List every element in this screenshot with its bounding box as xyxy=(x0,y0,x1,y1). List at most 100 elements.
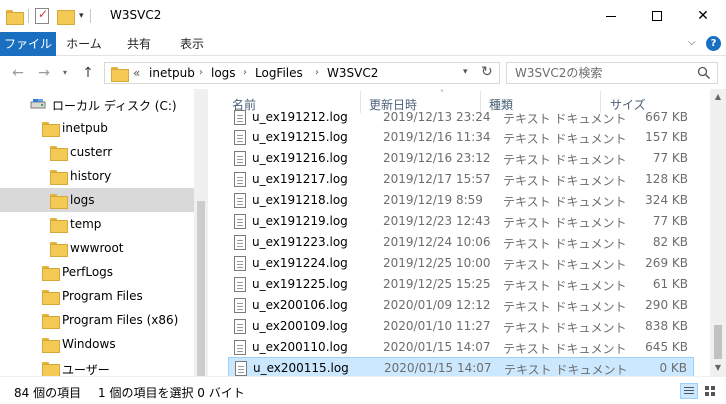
tree-item-program-files-x86[interactable]: Program Files (x86) xyxy=(0,308,196,332)
file-row[interactable]: u_ex191218.log 2019/12/19 8:59 テキスト ドキュメ… xyxy=(228,190,694,211)
file-size: 838 KB xyxy=(645,319,688,333)
text-file-icon xyxy=(234,151,246,166)
file-size: 290 KB xyxy=(645,298,688,312)
expand-ribbon-icon[interactable]: ⌵ xyxy=(688,37,696,48)
tree-item-program-files[interactable]: Program Files xyxy=(0,284,196,308)
file-row[interactable]: u_ex191217.log 2019/12/17 15:57 テキスト ドキュ… xyxy=(228,169,694,190)
folder-icon xyxy=(50,218,68,233)
file-row[interactable]: u_ex191224.log 2019/12/25 10:00 テキスト ドキュ… xyxy=(228,253,694,274)
breadcrumb-logfiles[interactable]: LogFiles xyxy=(255,66,303,80)
text-file-icon xyxy=(234,256,246,271)
up-arrow-icon[interactable]: ↑ xyxy=(78,64,98,82)
file-row[interactable]: u_ex191225.log 2019/12/25 15:25 テキスト ドキュ… xyxy=(228,274,694,295)
navigation-pane-scroll-thumb[interactable] xyxy=(197,201,205,376)
text-file-icon xyxy=(234,319,246,334)
file-row[interactable]: u_ex191215.log 2019/12/16 11:34 テキスト ドキュ… xyxy=(228,127,694,148)
file-row[interactable]: u_ex191219.log 2019/12/23 12:43 テキスト ドキュ… xyxy=(228,211,694,232)
breadcrumb-overflow[interactable]: « xyxy=(133,66,140,80)
file-date: 2020/01/15 14:07 xyxy=(383,340,491,354)
file-type: テキスト ドキュメント xyxy=(503,153,627,167)
breadcrumb-separator-icon[interactable]: › xyxy=(199,67,203,78)
tree-item-inetpub[interactable]: inetpub xyxy=(0,116,196,140)
breadcrumb-inetpub[interactable]: inetpub xyxy=(149,66,195,80)
breadcrumb-separator-icon[interactable]: › xyxy=(243,67,247,78)
file-row[interactable]: u_ex200109.log 2020/01/10 11:27 テキスト ドキュ… xyxy=(228,316,694,337)
tab-file[interactable]: ファイル xyxy=(0,32,56,56)
file-list-scrollbar[interactable]: ▲ ▼ xyxy=(710,89,726,376)
tree-item-label: inetpub xyxy=(62,121,108,135)
breadcrumb-separator-icon[interactable]: › xyxy=(315,67,319,78)
file-name: u_ex200110.log xyxy=(252,340,348,354)
maximize-button[interactable] xyxy=(634,0,680,32)
file-date: 2019/12/16 11:34 xyxy=(383,130,491,144)
folder-icon xyxy=(42,290,60,305)
tree-item-users[interactable]: ユーザー xyxy=(0,356,196,376)
tree-item-wwwroot[interactable]: wwwroot xyxy=(0,236,196,260)
file-size: 128 KB xyxy=(645,172,688,186)
breadcrumb-w3svc2[interactable]: W3SVC2 xyxy=(327,66,378,80)
search-input[interactable] xyxy=(507,63,693,83)
file-type: テキスト ドキュメント xyxy=(504,363,628,376)
file-date: 2019/12/13 23:24 xyxy=(383,110,491,124)
file-row[interactable]: u_ex191216.log 2019/12/16 23:12 テキスト ドキュ… xyxy=(228,148,694,169)
help-icon[interactable]: ? xyxy=(706,36,721,51)
file-list-scroll-thumb[interactable] xyxy=(714,325,722,359)
recent-locations-chevron-icon[interactable]: ▾ xyxy=(58,64,72,82)
folder-icon xyxy=(50,170,68,185)
file-name: u_ex191223.log xyxy=(252,235,348,249)
tree-item-windows[interactable]: Windows xyxy=(0,332,196,356)
file-type: テキスト ドキュメント xyxy=(503,195,627,209)
tab-home[interactable]: ホーム xyxy=(56,32,112,56)
tree-item-label: history xyxy=(70,169,112,183)
tree-item-label: wwwroot xyxy=(70,241,124,255)
breadcrumb-logs[interactable]: logs xyxy=(211,66,236,80)
forward-arrow-icon[interactable]: → xyxy=(34,64,54,82)
quick-access-toolbar: ▾ xyxy=(6,7,97,25)
tab-share[interactable]: 共有 xyxy=(112,32,166,56)
search-box[interactable] xyxy=(506,62,718,84)
new-folder-icon[interactable] xyxy=(57,9,75,25)
tree-item-history[interactable]: history xyxy=(0,164,196,188)
status-bar: 84 個の項目 1 個の項目を選択 0 バイト xyxy=(0,376,726,404)
properties-icon[interactable] xyxy=(35,7,49,24)
tree-item-logs[interactable]: logs xyxy=(0,188,196,212)
scroll-down-arrow-icon[interactable]: ▼ xyxy=(710,360,726,376)
tree-item-label: PerfLogs xyxy=(62,265,114,279)
file-row[interactable]: u_ex200110.log 2020/01/15 14:07 テキスト ドキュ… xyxy=(228,337,694,358)
file-name: u_ex191218.log xyxy=(252,193,348,207)
item-count: 84 個の項目 xyxy=(14,386,82,400)
folder-icon xyxy=(42,122,60,137)
folder-icon xyxy=(42,266,60,281)
tab-view[interactable]: 表示 xyxy=(166,32,218,56)
text-file-icon xyxy=(234,235,246,250)
file-row[interactable]: u_ex191212.log 2019/12/13 23:24 テキスト ドキュ… xyxy=(228,107,694,128)
file-size: 269 KB xyxy=(645,256,688,270)
tree-item-local-disk[interactable]: ローカル ディスク (C:) xyxy=(0,92,196,116)
refresh-icon[interactable]: ↻ xyxy=(481,64,493,80)
details-view-icon[interactable] xyxy=(680,383,698,399)
file-row[interactable]: u_ex200106.log 2020/01/09 12:12 テキスト ドキュ… xyxy=(228,295,694,316)
back-arrow-icon[interactable]: ← xyxy=(8,64,28,82)
close-button[interactable]: ✕ xyxy=(680,0,726,32)
folder-icon xyxy=(42,338,60,353)
ribbon-tabs: ファイル ホーム 共有 表示 ⌵ ? xyxy=(0,32,726,56)
tree-item-temp[interactable]: temp xyxy=(0,212,196,236)
scroll-up-arrow-icon[interactable]: ▲ xyxy=(710,89,726,105)
tree-item-label: logs xyxy=(70,193,95,207)
file-name: u_ex191212.log xyxy=(252,110,348,124)
file-name: u_ex191225.log xyxy=(252,277,348,291)
file-size: 324 KB xyxy=(645,193,688,207)
file-row-selected[interactable]: u_ex200115.log 2020/01/15 14:07 テキスト ドキュ… xyxy=(228,357,694,376)
search-icon[interactable] xyxy=(697,66,711,80)
tree-item-custerr[interactable]: custerr xyxy=(0,140,196,164)
file-date: 2019/12/17 15:57 xyxy=(383,172,491,186)
address-dropdown-icon[interactable]: ▾ xyxy=(463,67,468,77)
minimize-button[interactable] xyxy=(588,0,634,32)
customize-toolbar-arrow-icon[interactable]: ▾ xyxy=(79,11,84,21)
large-icons-view-icon[interactable] xyxy=(702,383,720,399)
address-bar[interactable]: « inetpub › logs › LogFiles › W3SVC2 ▾ ↻ xyxy=(104,62,500,84)
file-row[interactable]: u_ex191223.log 2019/12/24 10:06 テキスト ドキュ… xyxy=(228,232,694,253)
tree-item-perflogs[interactable]: PerfLogs xyxy=(0,260,196,284)
file-type: テキスト ドキュメント xyxy=(503,132,627,146)
tree-item-label: custerr xyxy=(70,145,113,159)
